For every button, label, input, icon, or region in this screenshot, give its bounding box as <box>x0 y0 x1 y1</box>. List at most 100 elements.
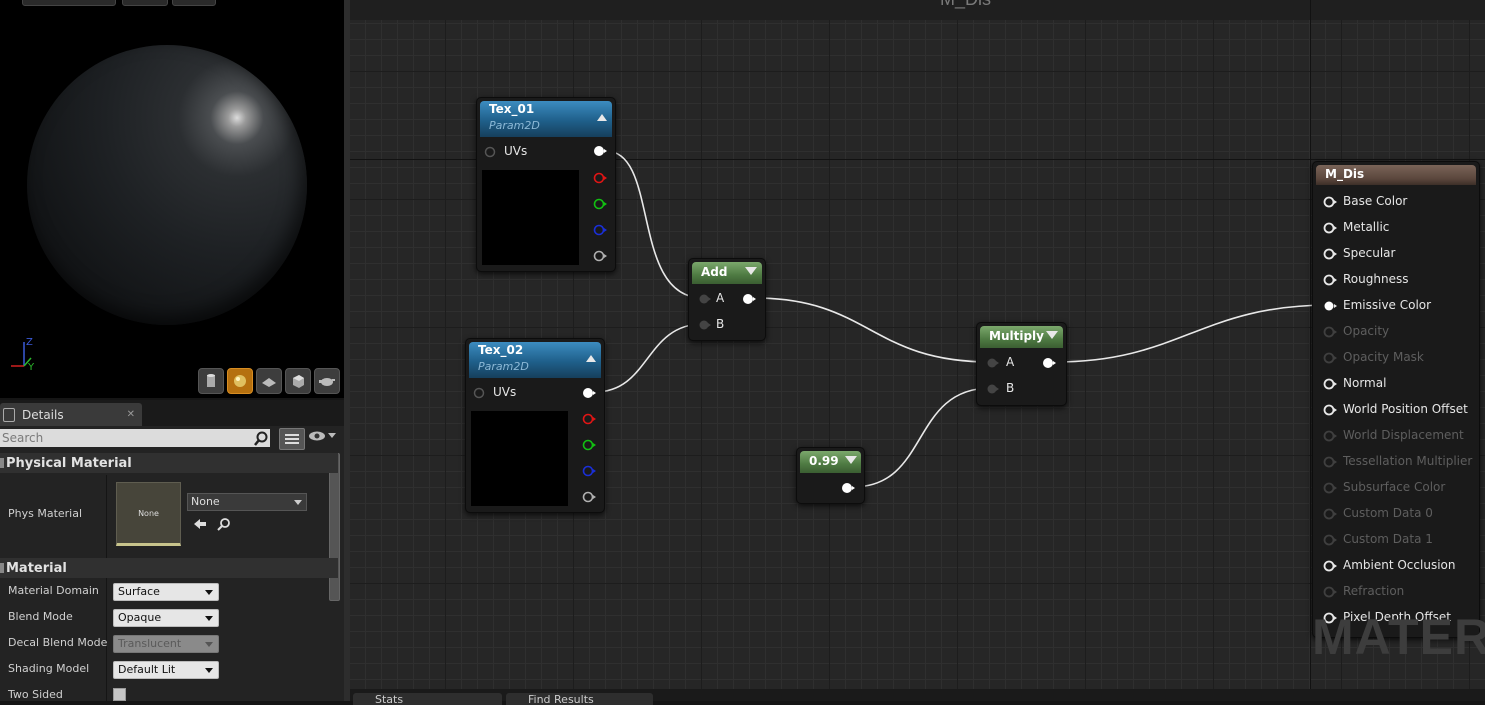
output-pin[interactable] <box>1041 356 1057 370</box>
axis-z-label: Z <box>26 337 33 348</box>
input-pin-uvs[interactable] <box>483 145 497 159</box>
viewport-toolbar-button[interactable] <box>22 0 116 6</box>
material-preview-viewport[interactable]: Z Y <box>0 0 344 398</box>
input-pin[interactable] <box>1322 247 1338 261</box>
preview-teapot-icon[interactable] <box>314 368 340 394</box>
input-pin[interactable] <box>1322 273 1338 287</box>
node-add[interactable]: Add A B <box>688 258 766 341</box>
wire-add-to-multiply-a <box>753 297 992 363</box>
tab-find-results[interactable]: Find Results <box>506 693 653 705</box>
node-multiply[interactable]: Multiply A B <box>976 322 1067 406</box>
output-pin-green[interactable] <box>592 197 608 211</box>
input-pin[interactable] <box>1322 299 1338 313</box>
texture-preview <box>482 170 579 265</box>
preview-plane-icon[interactable] <box>256 368 282 394</box>
chevron-down-icon <box>294 500 302 505</box>
search-icon[interactable] <box>253 431 269 447</box>
input-pin[interactable] <box>1322 221 1338 235</box>
output-pin[interactable] <box>840 481 856 495</box>
result-pin-row: Subsurface Color <box>1313 478 1473 498</box>
material-graph-canvas[interactable]: M_Dis Tex_01 Param2D UVs Tex_02 Param2D … <box>350 0 1485 701</box>
combo-value: Default Lit <box>118 663 176 676</box>
category-physical-material[interactable]: Physical Material <box>0 453 338 473</box>
node-title: M_Dis <box>1325 167 1365 181</box>
result-pin-label: World Displacement <box>1343 428 1464 442</box>
input-pin <box>1323 534 1337 546</box>
category-material[interactable]: Material <box>0 558 338 578</box>
tab-details[interactable]: Details ✕ <box>0 403 142 426</box>
output-pin-blue[interactable] <box>592 223 608 237</box>
input-pin[interactable] <box>1322 377 1338 391</box>
output-pin-red[interactable] <box>592 171 608 185</box>
prop-shading-model: Shading Model Default Lit <box>0 657 338 683</box>
chevron-down-icon <box>205 590 213 595</box>
input-pin[interactable] <box>1322 559 1338 573</box>
input-pin[interactable] <box>1322 403 1338 417</box>
collapse-arrow-icon[interactable] <box>1046 331 1058 339</box>
collapse-arrow-icon[interactable] <box>745 267 757 275</box>
node-title: Tex_02 <box>478 343 524 357</box>
pin-label-a: A <box>1006 355 1015 369</box>
two-sided-checkbox[interactable] <box>113 688 126 701</box>
collapse-arrow-icon[interactable] <box>586 355 596 362</box>
input-pin-b[interactable] <box>985 382 999 396</box>
view-options-button[interactable] <box>279 428 305 450</box>
node-subtitle: Param2D <box>489 119 540 132</box>
output-pin-alpha[interactable] <box>592 249 608 263</box>
preview-cube-icon[interactable] <box>285 368 311 394</box>
search-input[interactable] <box>0 429 270 447</box>
input-pin[interactable] <box>1322 195 1338 209</box>
tab-stats[interactable]: Stats <box>353 693 502 705</box>
axis-gizmo: Z Y <box>11 337 35 373</box>
input-pin-uvs[interactable] <box>472 386 486 400</box>
result-pin-label: Custom Data 0 <box>1343 506 1433 520</box>
prop-label: Decal Blend Mode <box>8 636 108 649</box>
output-pin-green[interactable] <box>581 438 597 452</box>
combo-value: Translucent <box>118 637 182 650</box>
node-tex-01[interactable]: Tex_01 Param2D UVs <box>476 97 616 272</box>
bottom-tab-bar: Stats Find Results <box>350 689 1485 705</box>
preview-sphere-icon[interactable] <box>227 368 253 394</box>
input-pin-b[interactable] <box>697 318 711 332</box>
result-pin-label: Roughness <box>1343 272 1409 286</box>
phys-material-value: None <box>191 495 220 508</box>
input-pin <box>1323 482 1337 494</box>
output-pin-red[interactable] <box>581 412 597 426</box>
output-pin-alpha[interactable] <box>581 490 597 504</box>
material-domain-combo[interactable]: Surface <box>113 583 219 601</box>
viewport-toolbar-button[interactable] <box>172 0 216 6</box>
node-constant[interactable]: 0.99 <box>796 447 865 504</box>
phys-material-thumbnail[interactable]: None <box>116 482 181 546</box>
result-pin-label: Normal <box>1343 376 1387 390</box>
input-pin-a[interactable] <box>697 292 711 306</box>
prop-material-domain: Material Domain Surface <box>0 579 338 605</box>
result-pin-label: Refraction <box>1343 584 1405 598</box>
result-pin-label: World Position Offset <box>1343 402 1468 416</box>
pin-label-uvs: UVs <box>493 385 517 399</box>
viewport-toolbar-button[interactable] <box>122 0 168 6</box>
preview-cylinder-icon[interactable] <box>198 368 224 394</box>
shading-model-combo[interactable]: Default Lit <box>113 661 219 679</box>
phys-material-label: Phys Material <box>8 507 83 520</box>
output-pin-rgb[interactable] <box>592 144 608 158</box>
input-pin-a[interactable] <box>985 356 999 370</box>
output-pin-rgb[interactable] <box>581 386 597 400</box>
output-pin[interactable] <box>741 292 757 306</box>
collapse-arrow-icon[interactable] <box>597 114 607 121</box>
use-selected-arrow-icon[interactable] <box>193 517 207 531</box>
collapse-arrow-icon[interactable] <box>845 456 857 464</box>
close-icon[interactable]: ✕ <box>127 409 135 420</box>
prop-blend-mode: Blend Mode Opaque <box>0 605 338 631</box>
node-material-result[interactable]: M_Dis Base Color Metallic Specular Roughnes… <box>1312 161 1480 638</box>
decal-blend-mode-combo: Translucent <box>113 635 219 653</box>
visibility-filter-button[interactable] <box>308 430 336 442</box>
output-pin-blue[interactable] <box>581 464 597 478</box>
blend-mode-combo[interactable]: Opaque <box>113 609 219 627</box>
input-pin <box>1323 326 1337 338</box>
prop-two-sided: Two Sided <box>0 683 338 701</box>
result-pin-row: Refraction <box>1313 582 1473 602</box>
result-pin-row: Tessellation Multiplier <box>1313 452 1473 472</box>
browse-search-icon[interactable] <box>217 517 231 531</box>
phys-material-combo[interactable]: None <box>187 493 307 511</box>
node-tex-02[interactable]: Tex_02 Param2D UVs <box>465 338 605 513</box>
